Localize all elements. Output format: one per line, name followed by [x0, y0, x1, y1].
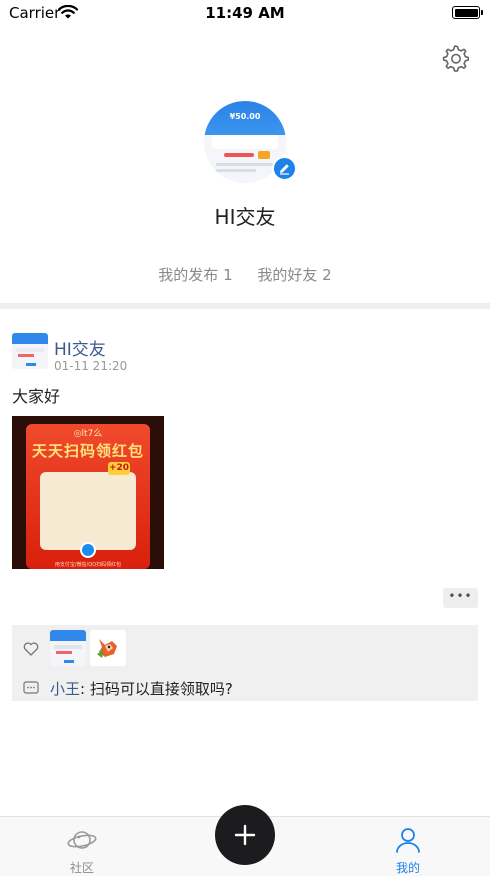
section-divider	[0, 303, 490, 309]
post-image-title: 天天扫码领红包	[31, 442, 144, 460]
comment-text: 扫码可以直接领取吗?	[89, 680, 233, 698]
liker-avatar[interactable]	[50, 630, 86, 666]
comment-item[interactable]: 小王: 扫码可以直接领取吗?	[50, 678, 233, 699]
comment-separator: :	[80, 680, 90, 698]
post-interaction-panel: 小王: 扫码可以直接领取吗?	[12, 625, 478, 701]
profile-avatar[interactable]: ¥50.00	[204, 101, 297, 183]
my-posts-link[interactable]: 我的发布 1	[158, 266, 232, 284]
status-bar: Carrier 11:49 AM	[0, 0, 490, 26]
gear-icon[interactable]	[441, 44, 469, 72]
status-time: 11:49 AM	[205, 4, 285, 22]
my-friends-link[interactable]: 我的好友 2	[257, 266, 331, 284]
profile-stats: 我的发布 1 我的好友 2	[0, 264, 490, 285]
post-author-name[interactable]: HI交友	[54, 335, 106, 360]
avatar-amount-text: ¥50.00	[229, 112, 261, 121]
pencil-icon	[280, 164, 289, 175]
heart-icon[interactable]	[23, 642, 39, 656]
post-image-badge: +20	[108, 462, 130, 475]
tab-mine[interactable]: 我的	[368, 825, 448, 876]
planet-icon	[67, 831, 97, 849]
post-image-footer: 用支付宝/微信/QQ扫码领红包	[54, 562, 122, 568]
comment-author[interactable]: 小王	[50, 680, 80, 698]
comment-icon	[23, 681, 39, 694]
post-content: 大家好	[12, 387, 61, 406]
post-image-logo: ◎lt7么	[73, 429, 103, 439]
post-timestamp: 01-11 21:20	[54, 359, 128, 373]
post-image-circle	[80, 542, 96, 558]
liker-avatar[interactable]	[90, 630, 126, 666]
tab-mine-label: 我的	[395, 861, 420, 875]
post-author-avatar[interactable]	[12, 333, 48, 369]
profile-nickname: HI交友	[214, 205, 276, 229]
tab-community-label: 社区	[69, 861, 94, 875]
fox-avatar-image	[97, 639, 117, 658]
post-image[interactable]: ◎lt7么 天天扫码领红包 +20 用支付宝/微信/QQ扫码领红包	[12, 416, 164, 569]
battery-icon	[452, 6, 483, 19]
edit-avatar-button[interactable]	[272, 156, 297, 181]
tab-community[interactable]: 社区	[42, 825, 122, 876]
user-icon	[396, 828, 420, 853]
plus-icon	[234, 824, 256, 846]
add-post-button[interactable]	[215, 805, 275, 865]
post-more-button[interactable]: •••	[443, 588, 478, 608]
